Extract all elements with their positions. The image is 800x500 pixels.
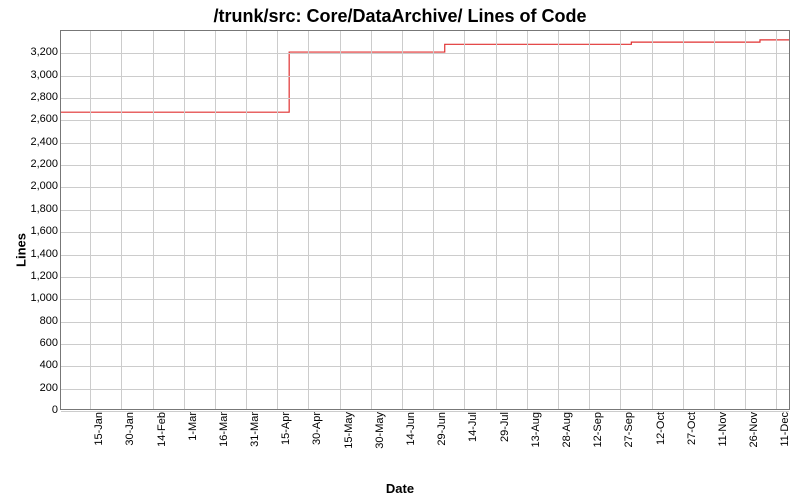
y-tick: 3,200 (30, 46, 58, 58)
x-tick: 30-Apr (311, 412, 323, 445)
gridline-h (61, 98, 789, 99)
gridline-h (61, 299, 789, 300)
y-axis-label: Lines (13, 233, 28, 267)
gridline-v (402, 31, 403, 409)
y-tick: 2,400 (30, 136, 58, 148)
y-tick: 2,200 (30, 158, 58, 170)
x-tick: 29-Jun (436, 412, 448, 446)
gridline-v (153, 31, 154, 409)
gridline-v (652, 31, 653, 409)
gridline-v (464, 31, 465, 409)
gridline-v (184, 31, 185, 409)
y-tick: 1,800 (30, 203, 58, 215)
x-tick: 29-Jul (499, 412, 511, 442)
x-tick: 31-Mar (249, 412, 261, 447)
gridline-h (61, 277, 789, 278)
y-tick: 2,800 (30, 91, 58, 103)
x-tick: 15-May (343, 412, 355, 449)
x-tick: 30-Jan (124, 412, 136, 446)
x-axis-label: Date (0, 481, 800, 496)
gridline-v (246, 31, 247, 409)
y-tick: 2,600 (30, 113, 58, 125)
gridline-v (683, 31, 684, 409)
gridline-h (61, 53, 789, 54)
gridline-v (90, 31, 91, 409)
x-tick: 30-May (374, 412, 386, 449)
x-tick: 11-Nov (717, 412, 729, 447)
gridline-h (61, 165, 789, 166)
y-tick: 600 (40, 337, 58, 349)
gridline-v (745, 31, 746, 409)
x-tick: 14-Feb (156, 412, 168, 447)
gridline-h (61, 344, 789, 345)
chart-container: /trunk/src: Core/DataArchive/ Lines of C… (0, 0, 800, 500)
gridline-v (277, 31, 278, 409)
gridline-v (558, 31, 559, 409)
gridline-v (776, 31, 777, 409)
x-tick: 14-Jul (467, 412, 479, 442)
plot-area (60, 30, 790, 410)
x-tick: 27-Oct (686, 412, 698, 445)
y-tick: 1,400 (30, 248, 58, 260)
y-tick: 0 (52, 404, 58, 416)
y-tick: 1,200 (30, 270, 58, 282)
x-tick: 27-Sep (623, 412, 635, 447)
y-tick: 400 (40, 359, 58, 371)
gridline-h (61, 76, 789, 77)
y-tick: 3,000 (30, 69, 58, 81)
x-tick: 26-Nov (748, 412, 760, 447)
gridline-h (61, 322, 789, 323)
y-tick: 2,000 (30, 180, 58, 192)
gridline-v (620, 31, 621, 409)
y-tick: 800 (40, 315, 58, 327)
x-tick: 16-Mar (218, 412, 230, 447)
line-series (61, 31, 789, 409)
gridline-h (61, 120, 789, 121)
gridline-v (433, 31, 434, 409)
x-tick: 14-Jun (405, 412, 417, 446)
x-tick: 15-Jan (93, 412, 105, 446)
chart-title: /trunk/src: Core/DataArchive/ Lines of C… (0, 6, 800, 27)
x-tick: 12-Oct (655, 412, 667, 445)
gridline-v (496, 31, 497, 409)
gridline-v (589, 31, 590, 409)
gridline-v (308, 31, 309, 409)
gridline-v (714, 31, 715, 409)
y-tick: 1,000 (30, 292, 58, 304)
x-tick: 12-Sep (592, 412, 604, 447)
x-tick: 1-Mar (187, 412, 199, 441)
gridline-h (61, 187, 789, 188)
x-tick: 13-Aug (530, 412, 542, 447)
gridline-h (61, 210, 789, 211)
x-tick: 28-Aug (561, 412, 573, 447)
gridline-h (61, 366, 789, 367)
y-tick: 1,600 (30, 225, 58, 237)
gridline-v (527, 31, 528, 409)
gridline-v (371, 31, 372, 409)
gridline-h (61, 232, 789, 233)
gridline-h (61, 255, 789, 256)
x-tick: 11-Dec (779, 412, 791, 447)
x-tick: 15-Apr (280, 412, 292, 445)
gridline-h (61, 411, 789, 412)
gridline-v (340, 31, 341, 409)
gridline-h (61, 389, 789, 390)
gridline-h (61, 143, 789, 144)
gridline-v (215, 31, 216, 409)
y-tick: 200 (40, 382, 58, 394)
gridline-v (121, 31, 122, 409)
